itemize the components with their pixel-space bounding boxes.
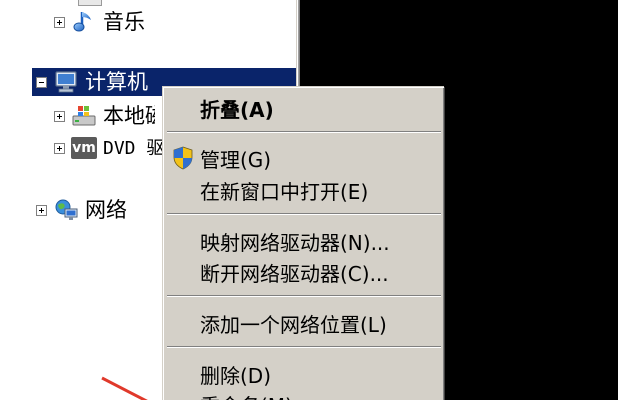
tree-item-label: 本地磁盘 xyxy=(103,104,155,128)
menu-item-manage[interactable]: 管理(G) xyxy=(163,143,445,173)
menu-separator xyxy=(167,213,441,215)
local-disk-icon xyxy=(72,106,96,126)
cut-off-icon xyxy=(78,0,102,6)
menu-item-collapse[interactable]: 折叠(A) xyxy=(163,93,445,123)
vm-dvd-icon: vm xyxy=(71,137,97,159)
menu-separator xyxy=(167,131,441,133)
menu-item-label: 折叠(A) xyxy=(200,97,274,122)
expand-icon[interactable] xyxy=(54,142,65,154)
tree-item-label: 网络 xyxy=(85,198,127,222)
menu-item-rename[interactable]: 重命名(M) xyxy=(163,389,445,400)
tree-item-label: 音乐 xyxy=(103,10,145,34)
music-note-icon xyxy=(73,12,91,32)
context-menu: 折叠(A) 管理(G) 在新窗口中打开(E) 映射网络驱动器(N)... 断开网… xyxy=(162,86,444,400)
menu-separator xyxy=(167,346,441,348)
menu-item-label: 断开网络驱动器(C)... xyxy=(200,261,389,286)
uac-shield-icon xyxy=(173,146,193,170)
menu-item-label: 重命名(M) xyxy=(200,390,293,400)
menu-item-label: 管理(G) xyxy=(200,147,272,172)
menu-item-label: 删除(D) xyxy=(200,363,272,388)
collapse-icon[interactable] xyxy=(36,76,47,88)
tree-item-dvd-drive[interactable]: vm DVD 驱动器 xyxy=(54,134,167,162)
vm-badge-label: vm xyxy=(72,140,96,156)
menu-item-label: 映射网络驱动器(N)... xyxy=(200,230,390,255)
explorer-window: 音乐 计算机 本地磁盘 xyxy=(0,0,618,400)
tree-item-music[interactable]: 音乐 xyxy=(54,8,145,36)
menu-separator xyxy=(167,295,441,297)
expand-icon[interactable] xyxy=(54,110,65,122)
network-icon xyxy=(55,199,78,220)
tree-item-label: DVD 驱动器 xyxy=(103,138,167,159)
menu-item-delete[interactable]: 删除(D) xyxy=(163,359,445,389)
menu-item-disconnect-network-drive[interactable]: 断开网络驱动器(C)... xyxy=(163,257,445,287)
menu-item-label: 添加一个网络位置(L) xyxy=(200,312,387,337)
tree-item-local-disk[interactable]: 本地磁盘 xyxy=(54,102,155,130)
menu-item-label: 在新窗口中打开(E) xyxy=(200,179,369,204)
red-arrow-annotation xyxy=(101,376,148,400)
expand-icon[interactable] xyxy=(54,16,65,28)
tree-item-network[interactable]: 网络 xyxy=(36,196,127,224)
menu-item-open-new-window[interactable]: 在新窗口中打开(E) xyxy=(163,175,445,205)
computer-icon xyxy=(55,71,77,93)
tree-item-label: 计算机 xyxy=(85,70,148,94)
menu-item-add-network-location[interactable]: 添加一个网络位置(L) xyxy=(163,308,445,338)
expand-icon[interactable] xyxy=(36,204,47,216)
menu-item-map-network-drive[interactable]: 映射网络驱动器(N)... xyxy=(163,226,445,256)
